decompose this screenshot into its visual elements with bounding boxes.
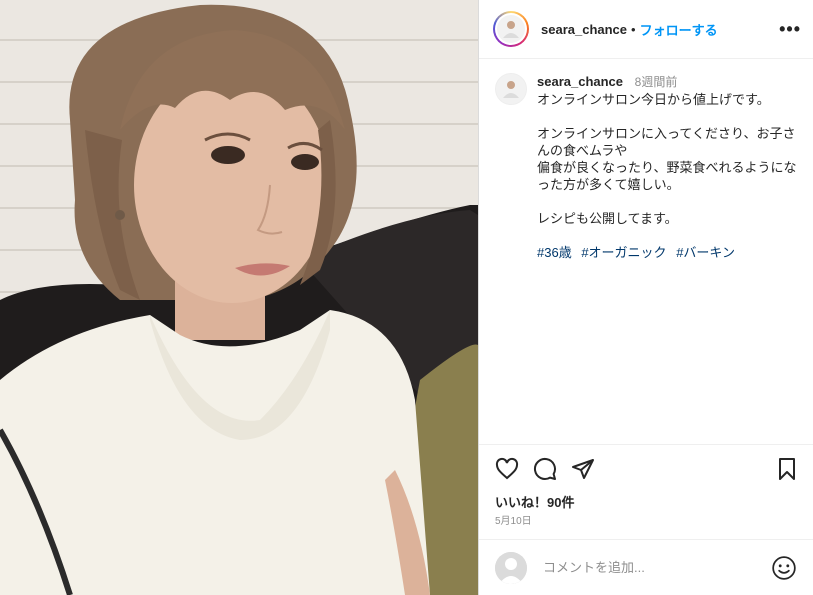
more-options-icon[interactable]: ••• bbox=[779, 19, 801, 40]
emoji-icon[interactable] bbox=[771, 555, 797, 581]
save-button[interactable] bbox=[773, 455, 801, 483]
avatar-icon bbox=[503, 21, 519, 38]
avatar bbox=[497, 15, 525, 43]
caption-line: オンラインサロンに入ってくださり、お子さんの食べムラや bbox=[537, 126, 796, 158]
caption-section: seara_chance 8週間前 オンラインサロン今日から値上げです。 オンラ… bbox=[479, 59, 813, 445]
like-button[interactable] bbox=[493, 455, 521, 483]
caption-row: seara_chance 8週間前 オンラインサロン今日から値上げです。 オンラ… bbox=[495, 73, 799, 261]
action-bar bbox=[479, 445, 813, 493]
heart-icon bbox=[495, 457, 519, 480]
comment-button[interactable] bbox=[531, 455, 559, 483]
separator-dot: • bbox=[631, 21, 636, 37]
post-photo[interactable] bbox=[0, 0, 478, 595]
caption-line: レシピも公開してます。 bbox=[537, 211, 678, 226]
post-date[interactable]: 5月10日 bbox=[479, 513, 813, 535]
caption-avatar[interactable] bbox=[495, 73, 527, 105]
comment-box bbox=[479, 539, 813, 595]
hashtag-link[interactable]: #バーキン bbox=[676, 245, 735, 260]
follow-button[interactable]: フォローする bbox=[640, 20, 718, 39]
caption-username[interactable]: seara_chance bbox=[537, 74, 623, 89]
story-ring[interactable] bbox=[493, 11, 529, 47]
bookmark-icon bbox=[779, 458, 795, 480]
comment-input[interactable] bbox=[541, 559, 771, 576]
photo-illustration bbox=[0, 0, 478, 595]
likes-count[interactable]: いいね！90件 bbox=[479, 493, 813, 513]
caption-time[interactable]: 8週間前 bbox=[635, 75, 678, 89]
comment-icon bbox=[533, 457, 556, 480]
caption-line: オンラインサロン今日から値上げです。 bbox=[537, 92, 770, 107]
post-side-panel: seara_chance • フォローする ••• seara_chance 8… bbox=[478, 0, 813, 595]
post-header: seara_chance • フォローする ••• bbox=[479, 0, 813, 59]
caption-body: seara_chance 8週間前 オンラインサロン今日から値上げです。 オンラ… bbox=[537, 73, 799, 261]
share-button[interactable] bbox=[569, 455, 597, 483]
default-avatar-icon bbox=[495, 551, 527, 584]
hashtag-link[interactable]: #オーガニック bbox=[581, 245, 666, 260]
avatar-icon bbox=[503, 81, 519, 98]
share-icon bbox=[572, 459, 594, 479]
hashtag-list: #36歳 #オーガニック #バーキン bbox=[537, 244, 799, 261]
instagram-post: seara_chance • フォローする ••• seara_chance 8… bbox=[0, 0, 813, 595]
caption-line: 偏食が良くなったり、野菜食べれるようになった方が多くて嬉しい。 bbox=[537, 160, 797, 192]
username-link[interactable]: seara_chance bbox=[541, 22, 627, 37]
hashtag-link[interactable]: #36歳 bbox=[537, 245, 572, 260]
commenter-avatar bbox=[495, 551, 527, 584]
